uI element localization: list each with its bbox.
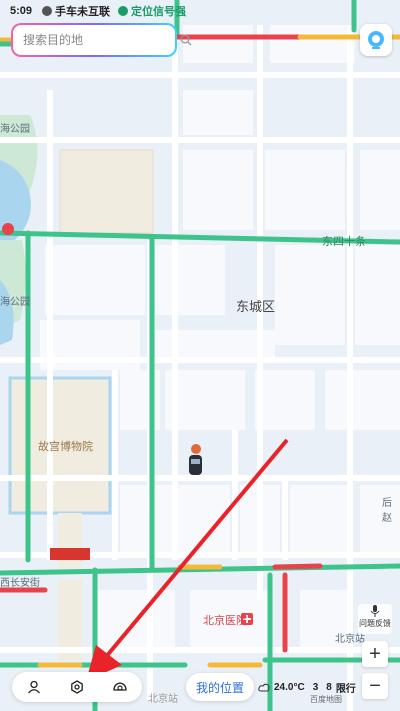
map-watermark: 百度地图 [310,695,342,704]
user-button[interactable] [19,672,49,702]
road-label-bottom: 北京站 [148,694,178,705]
search-bar[interactable] [11,23,192,57]
bottom-toolbar [12,672,142,702]
settings-button[interactable] [62,672,92,702]
link-icon [42,6,53,16]
gps-status: 定位信号强 [118,3,186,19]
gps-text: 定位信号强 [131,6,187,18]
map-canvas[interactable] [0,0,400,711]
sim-status: 手车未互联 [42,3,110,19]
palace-label: 故宫博物院 [38,441,93,453]
hospital-label: 北京医院 [203,615,247,627]
gps-icon [118,6,129,16]
zoom-out-button[interactable]: − [362,673,388,699]
voice-assistant-button[interactable] [360,24,392,56]
park-label-top: 海公园 [0,124,30,135]
feedback-label: 问题反馈 [359,619,391,628]
road-label-west: 西长安街 [0,578,40,589]
feedback-button[interactable]: 问题反馈 [358,604,392,634]
assistant-icon [368,31,384,49]
road-label-north: 东四十条 [322,236,366,248]
zoom-in-button[interactable]: + [362,641,388,667]
car-button[interactable] [105,672,135,702]
temperature: 24.0°C [274,681,305,693]
status-time: 5:09 [10,5,33,17]
sim-text: 手车未互联 [55,6,111,18]
park-label-mid: 海公园 [0,297,30,308]
my-position-button[interactable]: 我的位置 [186,673,254,701]
settings-icon [71,680,83,694]
status-bar: 5:09 手车未互联 定位信号强 [0,0,400,22]
restriction-label: 限行 [335,683,356,695]
poi-icon [2,223,14,235]
weather-icon [258,683,270,692]
search-icon[interactable] [180,34,192,46]
user-icon [27,680,40,694]
car-icon [113,682,127,691]
plate-a: 3 [312,681,319,693]
search-input[interactable] [21,32,180,48]
place-label-right: 后赵 [382,498,392,524]
microphone-icon [370,605,380,617]
district-label: 东城区 [236,299,276,314]
plate-b: 8 [326,681,332,693]
